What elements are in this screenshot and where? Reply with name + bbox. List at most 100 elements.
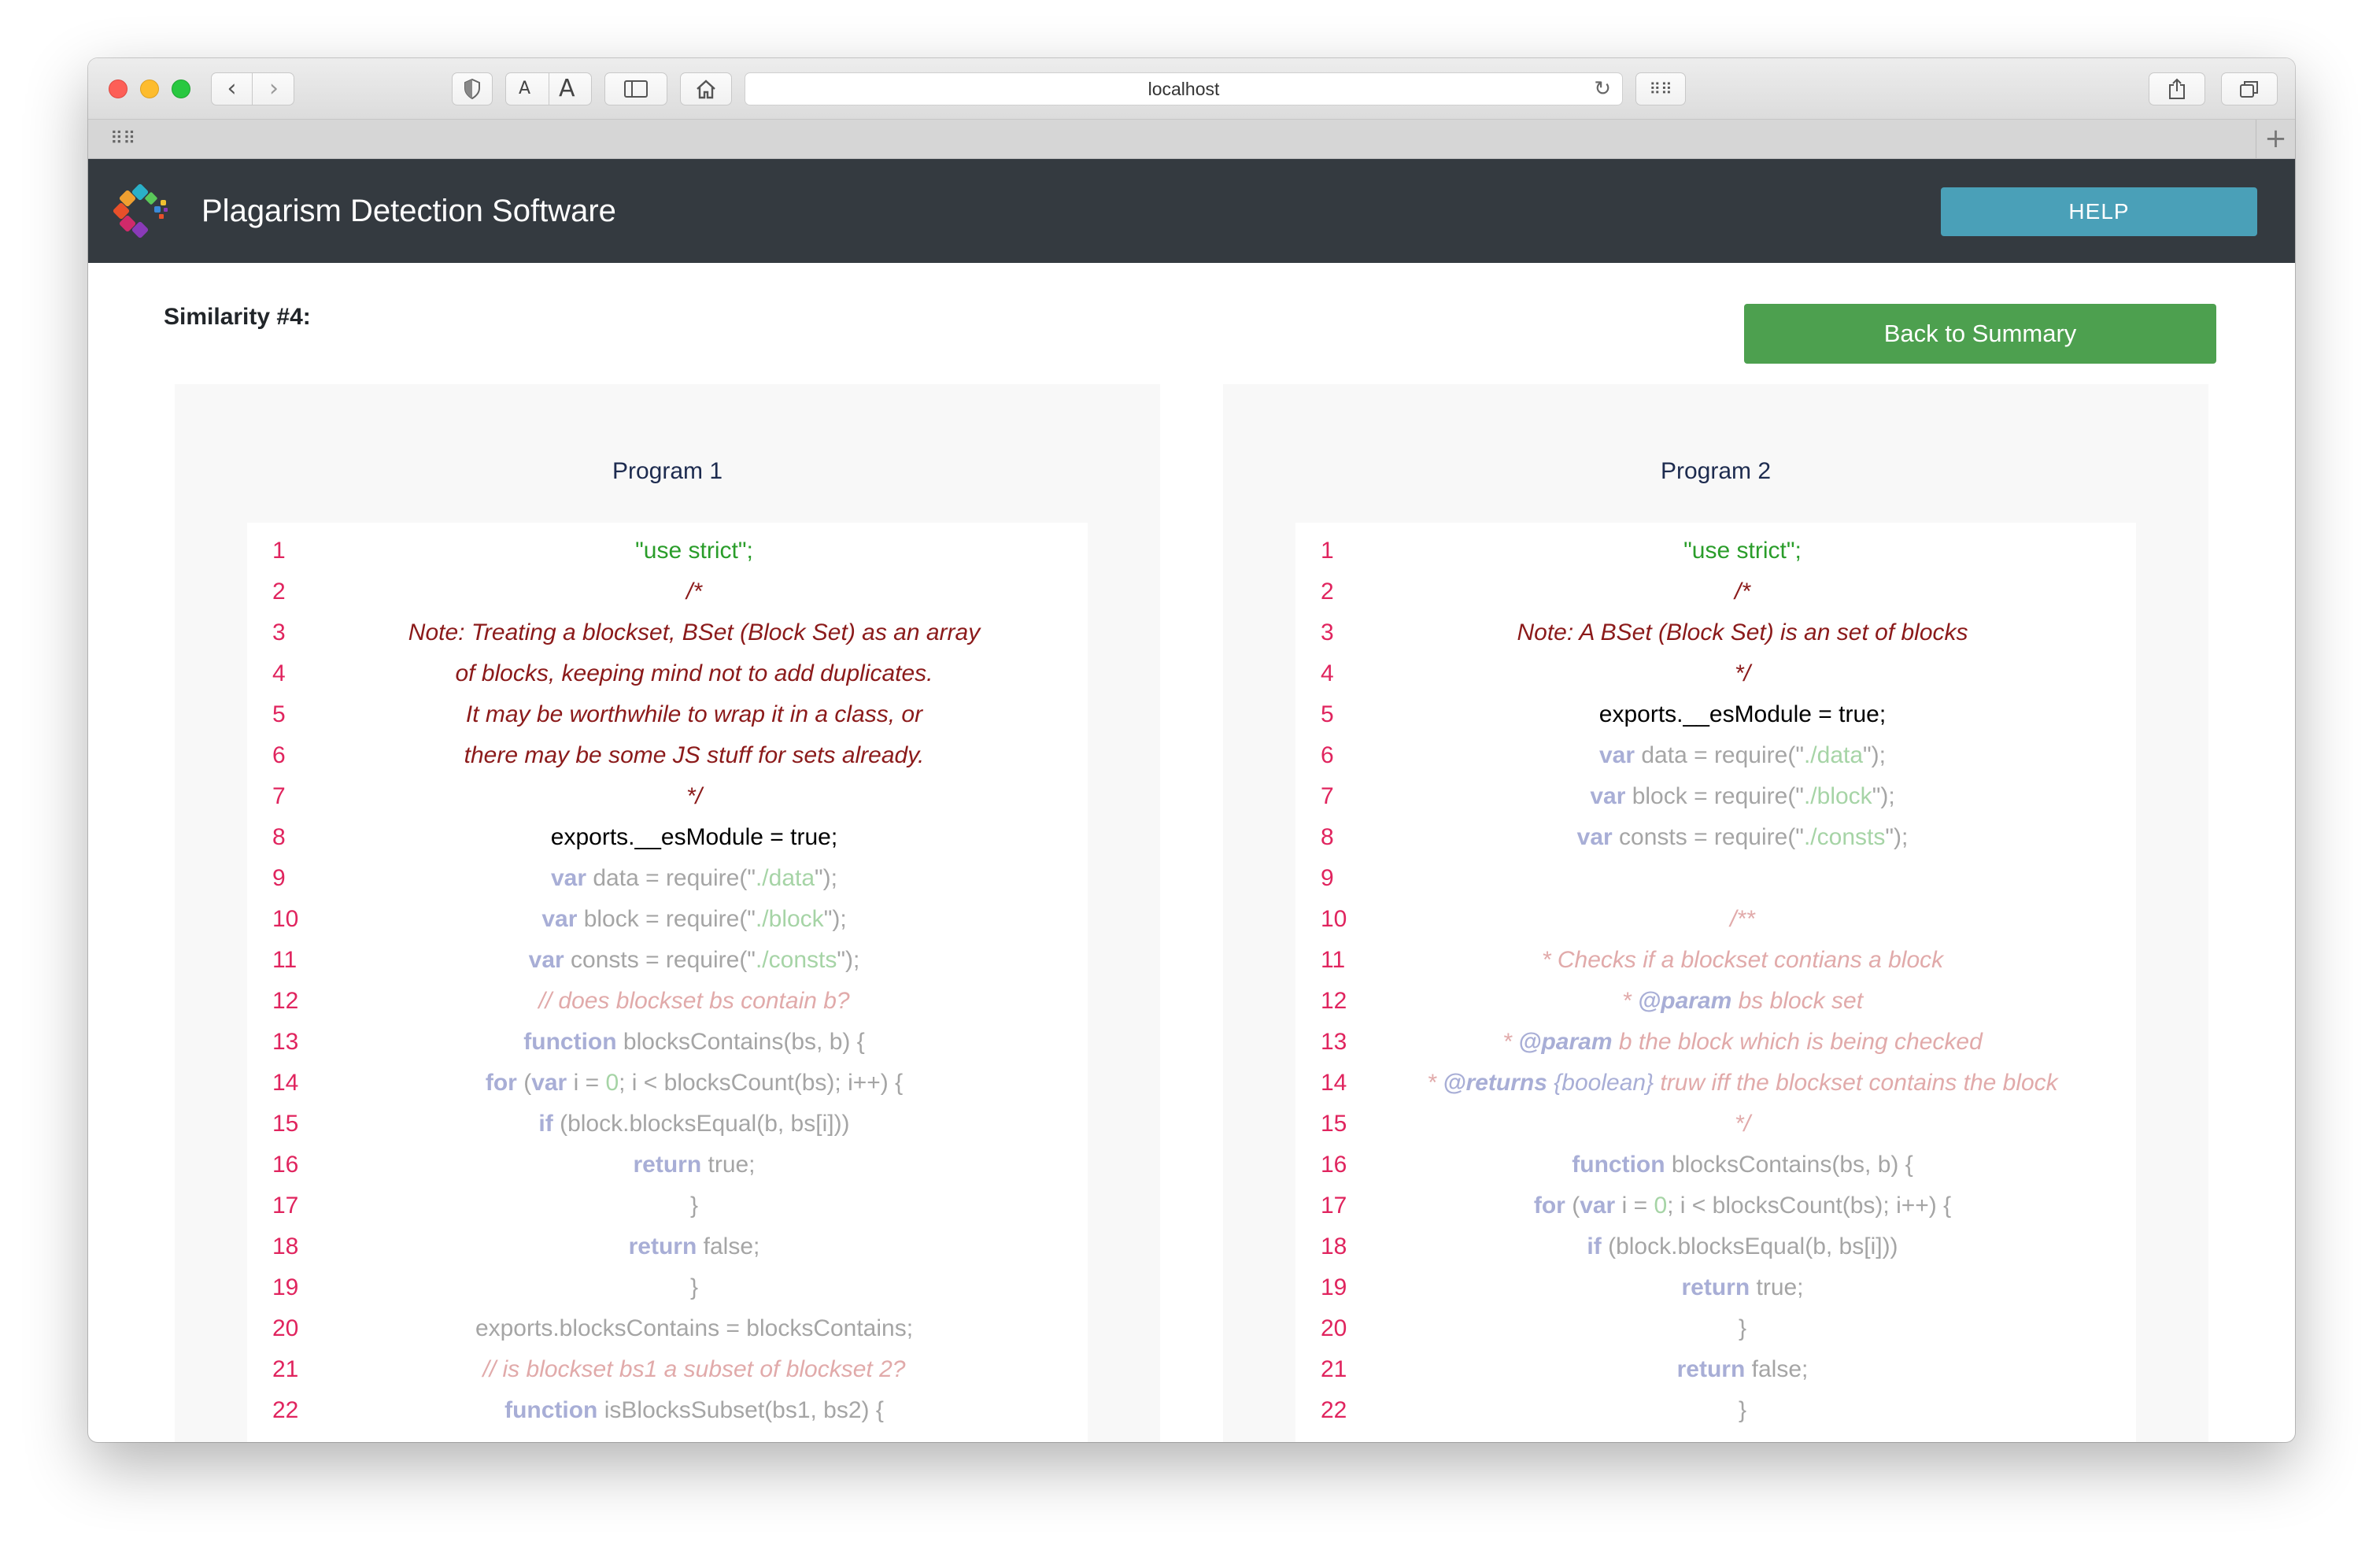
line-number: 3 [1321,619,1334,645]
line-number: 21 [1321,1356,1347,1382]
code-line: 9 var data = require("./data"); [247,858,1088,899]
line-number: 19 [272,1274,299,1300]
line-number: 12 [272,988,299,1014]
code-line: 12 * @param bs block set [1295,981,2136,1022]
code-text: exports.blocksContains = blocksContains; [475,1315,914,1341]
program-2-title: Program 2 [1660,458,1772,484]
plus-icon: + [2264,123,2287,154]
help-button[interactable]: HELP [1941,187,2257,236]
page-title: Similarity #4: [164,304,311,330]
back-nav-button[interactable]: ‹ [212,73,253,105]
line-number: 9 [272,865,286,891]
increase-text-size-button[interactable]: A [549,73,575,105]
code-text: of blocks, keeping mind not to add dupli… [455,660,933,686]
code-line: 14 * @returns {boolean} truw iff the bloc… [1295,1063,2136,1104]
grid-icon: ⠿⠿ [1649,80,1672,98]
line-number: 18 [272,1233,299,1259]
code-text: Note: Treating a blockset, BSet (Block S… [408,619,981,645]
code-line: 7 */ [247,776,1088,817]
shield-icon [464,78,480,100]
new-tab-button[interactable]: + [2256,120,2295,158]
code-line: 19 return true; [1295,1267,2136,1308]
code-text: for (var i = 0; i < blocksCount(bs); i++… [1533,1193,1952,1219]
line-number: 12 [1321,988,1347,1014]
code-line: 9 [1295,858,2136,899]
close-window-button[interactable] [109,80,128,98]
line-number: 5 [1321,701,1334,727]
share-icon [2169,78,2185,99]
line-number: 17 [272,1193,299,1219]
share-button[interactable] [2149,72,2205,105]
privacy-report-button[interactable] [452,72,493,105]
code-line: 15 */ [1295,1104,2136,1145]
code-text: "use strict"; [1683,538,1802,564]
chevron-left-icon: ‹ [227,75,237,102]
app-title: Plagarism Detection Software [201,194,616,228]
code-text: var data = require("./data"); [550,865,838,891]
code-line: 2 /* [1295,571,2136,612]
code-line: 21 return false; [1295,1349,2136,1390]
tab-overview-button[interactable] [2221,72,2278,105]
line-number: 2 [272,579,286,605]
code-text: } [689,1274,699,1300]
back-to-summary-button[interactable]: Back to Summary [1744,304,2216,364]
code-line: 1 "use strict"; [247,531,1088,571]
code-line: 20} [1295,1308,2136,1349]
line-number: 7 [1321,783,1334,809]
code-text: "use strict"; [635,538,753,564]
code-line: 4 */ [1295,653,2136,694]
code-text: Note: A BSet (Block Set) is an set of bl… [1517,619,1968,645]
browser-toolbar: ‹ › A A localhost ↻ ⠿⠿ [88,58,2295,120]
line-number: 20 [1321,1315,1347,1341]
code-line: 13 function blocksContains(bs, b) { [247,1022,1088,1063]
decrease-text-size-button[interactable]: A [519,73,530,105]
line-number: 15 [272,1111,299,1137]
program-2-panel: Program 2 1 "use strict"; 2 /* 3 Note: A BSet… [1223,384,2208,1442]
reload-icon[interactable]: ↻ [1594,73,1611,105]
code-line: 18 if (block.blocksEqual(b, bs[i])) [1295,1226,2136,1267]
code-text: return true; [633,1152,756,1178]
code-text: return false; [1676,1356,1809,1382]
code-text: if (block.blocksEqual(b, bs[i])) [538,1111,850,1137]
extensions-button[interactable]: ⠿⠿ [1635,72,1686,105]
line-number: 11 [1321,947,1346,973]
code-text: /* [686,579,702,605]
code-line: 11 var consts = require("./consts"); [247,940,1088,981]
code-line: 6 there may be some JS stuff for sets alr… [247,735,1088,776]
code-line: 16 function blocksContains(bs, b) { [1295,1145,2136,1185]
line-number: 10 [1321,906,1347,932]
line-number: 13 [1321,1029,1347,1055]
code-text: for (var i = 0; i < blocksCount(bs); i++… [485,1070,904,1096]
code-text: var data = require("./data"); [1598,742,1887,768]
address-bar[interactable]: localhost ↻ [745,72,1623,105]
code-text: /* [1734,579,1750,605]
forward-nav-button[interactable]: › [253,73,294,105]
line-number: 14 [1321,1070,1347,1096]
program-2-code: 1 "use strict"; 2 /* 3 Note: A BSet (Block Se… [1295,523,2136,1442]
code-text: function blocksContains(bs, b) { [523,1029,865,1055]
favorites-grid-icon[interactable]: ⠿⠿ [110,129,135,149]
chevron-right-icon: › [269,75,279,102]
zoom-window-button[interactable] [172,80,190,98]
app-navbar: Plagarism Detection Software HELP [88,159,2295,263]
code-text: var block = require("./block"); [541,906,847,932]
code-line: 10 var block = require("./block"); [247,899,1088,940]
line-number: 10 [272,906,299,932]
line-number: 1 [272,538,286,564]
code-text: // does blockset bs contain b? [538,988,850,1014]
home-button[interactable] [680,72,732,105]
sidebar-toggle-button[interactable] [604,72,667,105]
code-line: 19} [247,1267,1088,1308]
line-number: 16 [272,1152,299,1178]
program-1-panel: Program 1 1 "use strict"; 2 /* 3 Note: Treati… [175,384,1160,1442]
line-number: 11 [272,947,298,973]
line-number: 7 [272,783,286,809]
line-number: 9 [1321,865,1334,891]
code-text: var consts = require("./consts"); [528,947,860,973]
line-number: 22 [1321,1397,1347,1423]
minimize-window-button[interactable] [140,80,159,98]
home-icon [697,80,715,99]
line-number: 14 [272,1070,299,1096]
code-line: 1 "use strict"; [1295,531,2136,571]
program-1-code: 1 "use strict"; 2 /* 3 Note: Treating a block… [247,523,1088,1442]
